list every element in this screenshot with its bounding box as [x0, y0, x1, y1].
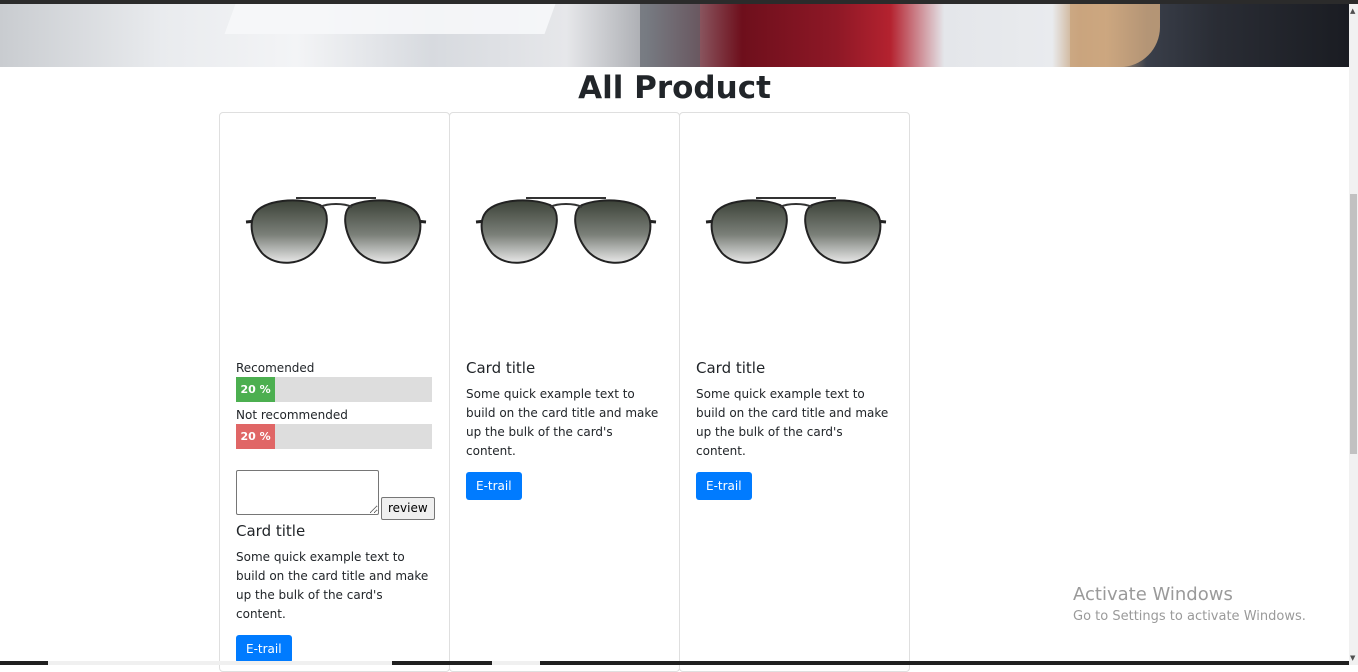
card-title: Card title [696, 359, 766, 377]
product-card: Card title Some quick example text to bu… [679, 112, 910, 672]
card-body: Card title Some quick example text to bu… [236, 519, 435, 663]
not-recommended-label: Not recommended [236, 408, 348, 422]
watermark-subtitle: Go to Settings to activate Windows. [1073, 609, 1306, 624]
card-text: Some quick example text to build on the … [696, 387, 889, 458]
review-button[interactable]: review [381, 497, 435, 520]
recommendation-rating: Recomended 20 % Not recommended 20 % [236, 359, 432, 453]
card-text: Some quick example text to build on the … [466, 387, 659, 458]
recommended-label: Recomended [236, 361, 315, 375]
sunglasses-image [475, 197, 657, 264]
product-card: Recomended 20 % Not recommended 20 % rev… [219, 112, 450, 672]
e-trail-button[interactable]: E-trail [466, 472, 522, 500]
scrollbar-thumb[interactable] [1350, 194, 1357, 454]
e-trail-button[interactable]: E-trail [236, 635, 292, 663]
review-textarea[interactable] [236, 470, 379, 515]
card-body: Card title Some quick example text to bu… [466, 356, 665, 500]
not-recommended-bar-fill: 20 % [236, 424, 276, 449]
windows-activation-watermark: Activate Windows Go to Settings to activ… [1073, 583, 1306, 627]
page-title: All Product [578, 70, 771, 106]
page-scrollbar[interactable]: ▲ ▼ [1349, 4, 1358, 665]
sunglasses-image [705, 197, 887, 264]
scroll-down-icon[interactable]: ▼ [1350, 654, 1355, 662]
card-title: Card title [466, 359, 536, 377]
e-trail-button[interactable]: E-trail [696, 472, 752, 500]
hero-banner-image [0, 4, 1349, 67]
watermark-title: Activate Windows [1073, 584, 1233, 605]
card-text: Some quick example text to build on the … [236, 550, 429, 621]
recommended-bar-fill: 20 % [236, 377, 276, 402]
recommended-bar: 20 % [236, 377, 432, 402]
scroll-up-icon[interactable]: ▲ [1350, 7, 1355, 15]
card-title: Card title [236, 522, 306, 540]
sunglasses-image [245, 197, 427, 264]
not-recommended-bar: 20 % [236, 424, 432, 449]
taskbar-strip [0, 661, 1349, 665]
product-card: Card title Some quick example text to bu… [449, 112, 680, 672]
review-form: review [236, 470, 435, 520]
card-body: Card title Some quick example text to bu… [696, 356, 895, 500]
